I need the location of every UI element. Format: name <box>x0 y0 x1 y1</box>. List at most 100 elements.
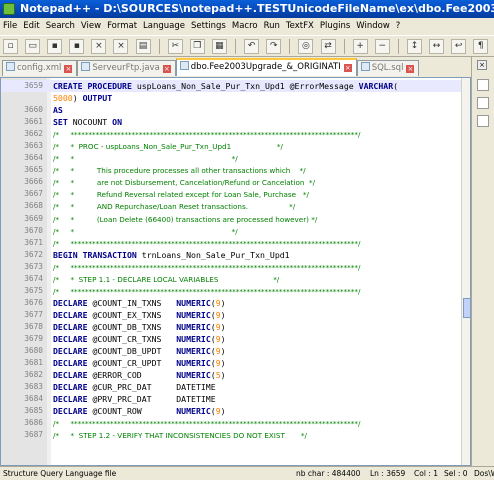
menu-item-plugins[interactable]: Plugins <box>317 18 353 35</box>
open-file-icon[interactable]: ▭ <box>25 39 41 54</box>
file-tab[interactable]: SQL.sql × <box>356 60 420 76</box>
code-token: @COUNT_ROW <box>92 406 177 417</box>
menu-item-settings[interactable]: Settings <box>188 18 229 35</box>
toolbar-separator <box>235 39 237 54</box>
menu-item-window[interactable]: Window <box>353 18 393 35</box>
code-token: /* *************************************… <box>53 286 361 296</box>
menu-item-edit[interactable]: Edit <box>20 18 42 35</box>
file-icon <box>179 61 189 70</box>
save-all-icon[interactable]: ▪ <box>69 39 85 54</box>
paste-icon[interactable]: ▦ <box>211 39 227 54</box>
redo-icon[interactable]: ↷ <box>266 39 282 54</box>
code-token: /* * This procedure processes all other … <box>53 166 306 176</box>
panel-document-icon[interactable] <box>477 79 489 91</box>
code-line[interactable]: 3666 /* * are not Disbursement, Cancelati… <box>1 176 461 188</box>
find-icon[interactable]: ◎ <box>298 39 314 54</box>
code-token: NUMERIC <box>176 321 211 332</box>
menu-item-language[interactable]: Language <box>140 18 188 35</box>
new-file-icon[interactable]: ▫ <box>3 39 18 54</box>
copy-icon[interactable]: ❐ <box>189 39 205 54</box>
cut-icon[interactable]: ✂ <box>167 39 183 54</box>
code-line[interactable]: 3676 DECLARE @COUNT_IN_TXNS NUMERIC(9) <box>1 297 461 309</box>
panel-document-icon[interactable] <box>477 97 489 109</box>
code-line[interactable]: 3682 DECLARE @ERROR_COD NUMERIC(5) <box>1 369 461 381</box>
code-line[interactable]: 3686 /* *********************************… <box>1 417 461 429</box>
code-line[interactable]: 3674 /* * STEP 1.1 - DECLARE LOCAL VARIAB… <box>1 273 461 285</box>
tab-close-icon[interactable]: × <box>343 64 352 72</box>
code-line[interactable]: 3672 BEGIN TRANSACTION trnLoans_Non_Sale_… <box>1 249 461 261</box>
code-editor[interactable]: 3659 CREATE PROCEDURE uspLoans_Non_Sale_P… <box>0 77 471 466</box>
code-token: BEGIN TRANSACTION <box>53 249 142 260</box>
code-line[interactable]: 3687 /* * STEP 1.2 - VERIFY THAT INCONSIS… <box>1 429 461 441</box>
menu-item-view[interactable]: View <box>78 18 104 35</box>
file-tab[interactable]: config.xml × <box>2 60 78 76</box>
code-line[interactable]: 3680 DECLARE @COUNT_DB_UPDT NUMERIC(9) <box>1 345 461 357</box>
code-line[interactable]: 3684 DECLARE @PRV_PRC_DAT DATETIME <box>1 393 461 405</box>
close-icon[interactable]: × <box>91 39 107 54</box>
code-token: /* *************************************… <box>53 238 361 248</box>
code-line[interactable]: 3671 /* *********************************… <box>1 237 461 249</box>
code-line[interactable]: 3667 /* * Refund Reversal related except … <box>1 188 461 200</box>
code-text: DECLARE @COUNT_CR_UPDT NUMERIC(9) <box>53 357 226 369</box>
code-token: /* *************************************… <box>53 130 361 140</box>
status-eol-format: Dos\Wi <box>474 469 494 478</box>
undo-icon[interactable]: ↶ <box>244 39 260 54</box>
code-token: 5000 <box>53 93 73 104</box>
code-line[interactable]: 3670 /* * */ <box>1 225 461 237</box>
close-all-icon[interactable]: × <box>113 39 129 54</box>
code-line[interactable]: 3685 DECLARE @COUNT_ROW NUMERIC(9) <box>1 405 461 417</box>
code-line[interactable]: 3662 /* *********************************… <box>1 128 461 140</box>
file-tab[interactable]: dbo.Fee2003Upgrade_&_ORIGINATI × <box>175 58 357 76</box>
zoom-out-icon[interactable]: − <box>374 39 390 54</box>
show-all-chars-icon[interactable]: ¶ <box>473 39 489 54</box>
sync-horizontal-icon[interactable]: ↔ <box>429 39 445 54</box>
file-icon <box>360 62 370 71</box>
menu-item-macro[interactable]: Macro <box>229 18 261 35</box>
close-icon[interactable]: × <box>477 60 487 70</box>
code-line[interactable]: 3673 /* *********************************… <box>1 261 461 273</box>
line-number: 3683 <box>24 382 43 392</box>
menu-item-file[interactable]: File <box>0 18 20 35</box>
word-wrap-icon[interactable]: ↩ <box>451 39 467 54</box>
code-line[interactable]: 3677 DECLARE @COUNT_EX_TXNS NUMERIC(9) <box>1 309 461 321</box>
file-tab[interactable]: ServeurFtp.java × <box>77 60 176 76</box>
tab-close-icon[interactable]: × <box>406 65 415 73</box>
code-line[interactable]: 3659 CREATE PROCEDURE uspLoans_Non_Sale_P… <box>1 80 461 93</box>
line-number: 3668 <box>24 201 43 211</box>
code-line[interactable]: 5000) OUTPUT <box>1 92 461 104</box>
code-line[interactable]: 3661 SET NOCOUNT ON <box>1 116 461 128</box>
tab-close-icon[interactable]: × <box>162 65 171 73</box>
sync-vertical-icon[interactable]: ↕ <box>406 39 422 54</box>
code-line[interactable]: 3681 DECLARE @COUNT_CR_UPDT NUMERIC(9) <box>1 357 461 369</box>
toolbar-separator <box>158 39 160 54</box>
print-icon[interactable]: ▤ <box>135 39 151 54</box>
menu-item-run[interactable]: Run <box>261 18 283 35</box>
toolbar-separator <box>397 39 399 54</box>
menu-item-format[interactable]: Format <box>104 18 140 35</box>
code-line[interactable]: 3665 /* * This procedure processes all ot… <box>1 164 461 176</box>
menu-item-textfx[interactable]: TextFX <box>283 18 317 35</box>
code-line[interactable]: 3679 DECLARE @COUNT_CR_TXNS NUMERIC(9) <box>1 333 461 345</box>
code-line[interactable]: 3683 DECLARE @CUR_PRC_DAT DATETIME <box>1 381 461 393</box>
zoom-in-icon[interactable]: + <box>352 39 368 54</box>
code-line[interactable]: 3660 AS <box>1 104 461 116</box>
line-number: 3674 <box>24 273 43 283</box>
code-token: ) <box>220 321 226 332</box>
menu-item-search[interactable]: Search <box>43 18 78 35</box>
replace-icon[interactable]: ⇄ <box>320 39 336 54</box>
menu-item-help[interactable]: ? <box>393 18 404 35</box>
notepadpp-app-icon <box>3 3 15 15</box>
code-line[interactable]: 3675 /* *********************************… <box>1 285 461 297</box>
tab-close-icon[interactable]: × <box>64 65 73 73</box>
code-line[interactable]: 3669 /* * (Loan Delete (66400) transactio… <box>1 213 461 225</box>
scrollbar-thumb[interactable] <box>463 298 470 318</box>
code-line[interactable]: 3663 /* * PROC - uspLoans_Non_Sale_Pur_Tx… <box>1 140 461 152</box>
code-line[interactable]: 3678 DECLARE @COUNT_DB_TXNS NUMERIC(9) <box>1 321 461 333</box>
save-icon[interactable]: ▪ <box>47 39 63 54</box>
panel-document-icon[interactable] <box>477 115 489 127</box>
code-token: DECLARE <box>53 394 93 405</box>
code-line[interactable]: 3668 /* * AND Repurchase/Loan Reset trans… <box>1 200 461 212</box>
code-line[interactable]: 3664 /* * */ <box>1 152 461 164</box>
code-token: DECLARE <box>53 297 93 308</box>
vertical-scrollbar[interactable] <box>461 78 470 465</box>
